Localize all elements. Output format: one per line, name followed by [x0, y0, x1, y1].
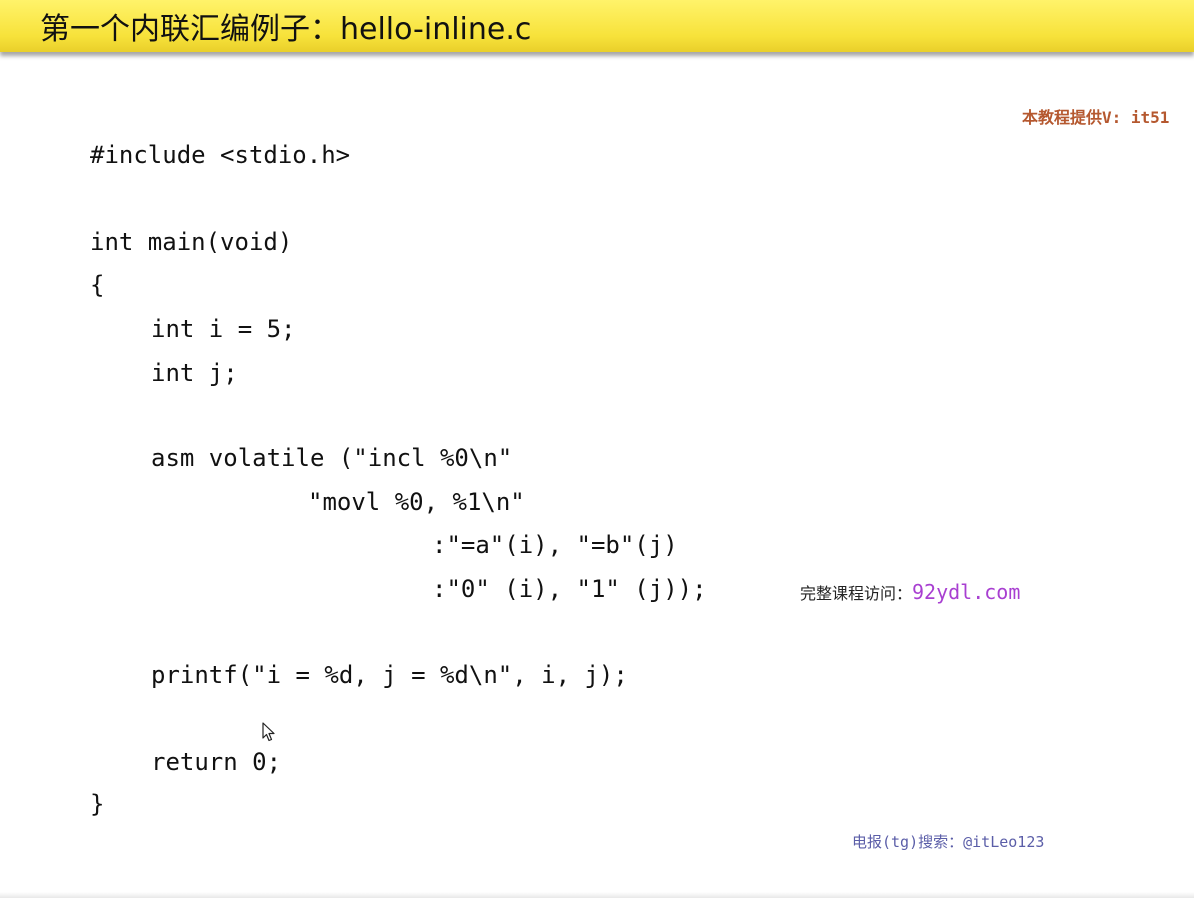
- code-line-main: int main(void): [90, 228, 293, 256]
- code-line-inputs: :"0" (i), "1" (j));: [432, 575, 707, 603]
- mouse-pointer-icon: [262, 722, 275, 742]
- promo-note: 完整课程访问：92ydl.com: [800, 580, 1020, 604]
- code-line-movl: "movl %0, %1\n": [308, 488, 525, 516]
- watermark-top: 本教程提供V: it51: [1022, 108, 1170, 127]
- promo-label: 完整课程访问：: [800, 584, 913, 603]
- bottom-edge: [0, 892, 1194, 898]
- code-line-printf: printf("i = %d, j = %d\n", i, j);: [151, 661, 628, 689]
- code-line-close-brace: }: [90, 790, 105, 818]
- title-bar: 第一个内联汇编例子：hello-inline.c: [0, 0, 1194, 52]
- code-line-int-j: int j;: [151, 359, 238, 387]
- code-line-asm: asm volatile ("incl %0\n": [151, 444, 513, 472]
- slide: 第一个内联汇编例子：hello-inline.c 本教程提供V: it51 #i…: [0, 0, 1194, 898]
- footer-note: 电报(tg)搜索：@itLeo123: [852, 833, 1045, 851]
- code-line-int-i: int i = 5;: [151, 315, 296, 343]
- slide-title: 第一个内联汇编例子：hello-inline.c: [40, 12, 532, 47]
- code-line-open-brace: {: [90, 271, 105, 299]
- code-line-include: #include <stdio.h>: [90, 141, 351, 169]
- code-line-outputs: :"=a"(i), "=b"(j): [432, 531, 678, 559]
- code-line-return: return 0;: [151, 748, 282, 776]
- promo-url[interactable]: 92ydl.com: [912, 580, 1020, 604]
